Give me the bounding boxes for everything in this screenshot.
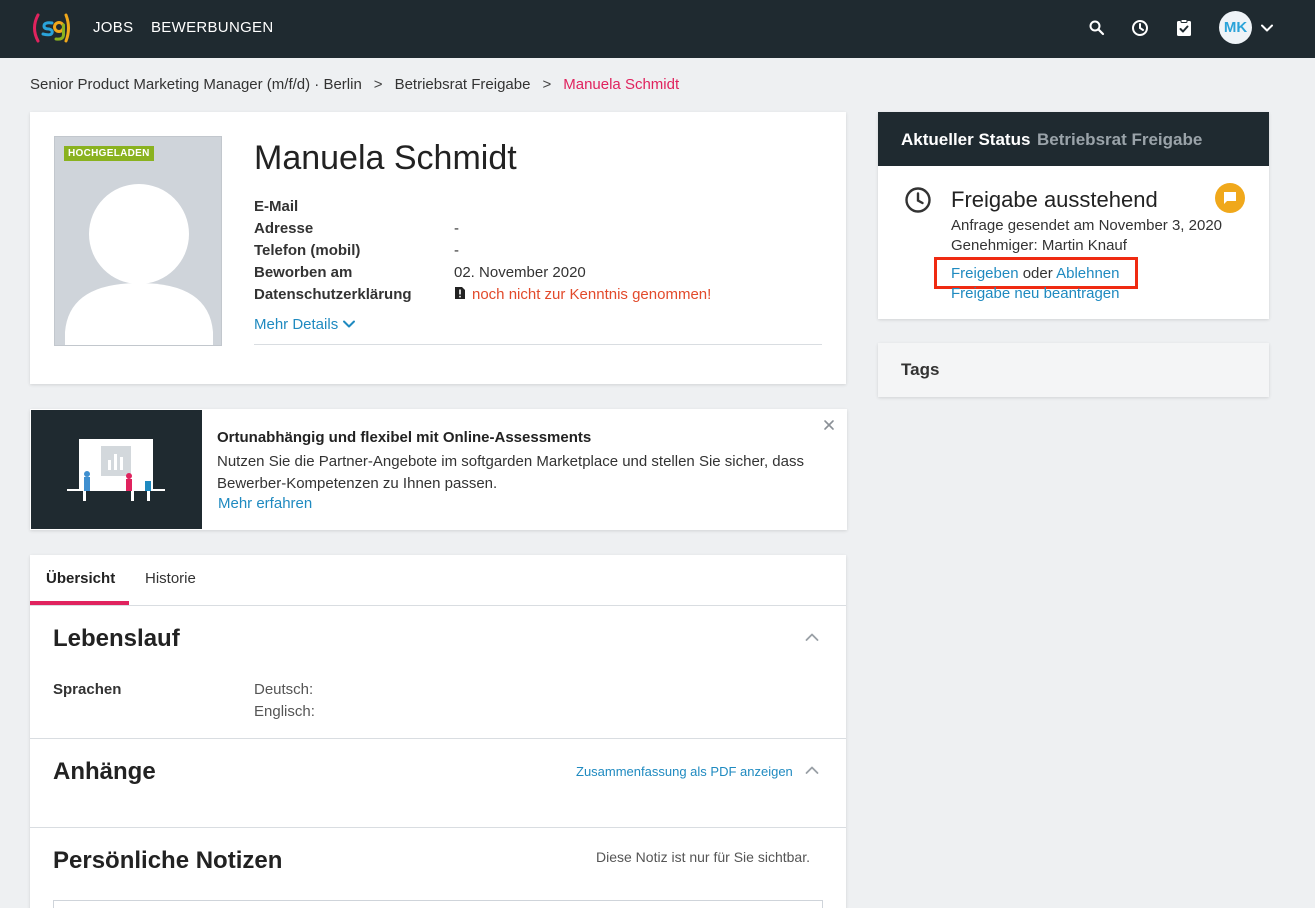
status-header: Aktueller Status Betriebsrat Freigabe — [878, 112, 1269, 166]
tab-historie[interactable]: Historie — [145, 570, 196, 587]
tags-card[interactable]: Tags — [878, 343, 1269, 397]
breadcrumb-job[interactable]: Senior Product Marketing Manager (m/f/d)… — [30, 76, 362, 93]
info-label: Telefon (mobil) — [254, 242, 361, 259]
section-title-lebenslauf: Lebenslauf — [53, 625, 180, 652]
promo-illustration — [31, 410, 202, 529]
languages-label: Sprachen — [53, 681, 122, 698]
notes-visibility-hint: Diese Notiz ist nur für Sie sichtbar. — [596, 849, 810, 865]
chat-icon — [1224, 192, 1236, 204]
presentation-illustration-icon — [67, 439, 165, 501]
nav-jobs[interactable]: JOBS — [93, 19, 133, 36]
privacy-warning: noch nicht zur Kenntnis genommen! — [454, 286, 711, 303]
candidate-photo: HOCHGELADEN — [54, 136, 222, 346]
approver: Genehmiger: Martin Knauf — [951, 237, 1127, 254]
tab-uebersicht[interactable]: Übersicht — [46, 570, 115, 587]
status-card: Aktueller Status Betriebsrat Freigabe Fr… — [878, 112, 1269, 319]
promo-learn-more-link[interactable]: Mehr erfahren — [218, 495, 312, 512]
candidate-profile-card: HOCHGELADEN Manuela Schmidt E-Mail Adres… — [30, 112, 846, 384]
uploaded-badge: HOCHGELADEN — [64, 146, 154, 161]
chevron-down-icon[interactable] — [1259, 20, 1275, 36]
info-value: - — [454, 220, 459, 237]
pdf-summary-link[interactable]: Zusammenfassung als PDF anzeigen — [576, 764, 793, 779]
tags-title: Tags — [901, 360, 940, 379]
chat-button[interactable] — [1215, 183, 1245, 213]
request-sent-date: Anfrage gesendet am November 3, 2020 — [951, 217, 1223, 234]
promo-text: Nutzen Sie die Partner-Angebote im softg… — [217, 453, 804, 492]
info-label: Adresse — [254, 220, 314, 237]
logo[interactable] — [30, 11, 72, 45]
task-icon[interactable] — [1173, 17, 1195, 39]
section-title-notizen: Persönliche Notizen — [53, 847, 283, 874]
divider — [254, 344, 822, 345]
info-value: 02. November 2020 — [454, 264, 586, 281]
re-request-approval-link[interactable]: Freigabe neu beantragen — [951, 285, 1119, 302]
breadcrumb-current: Manuela Schmidt — [563, 76, 680, 93]
chevron-down-icon — [343, 320, 356, 328]
breadcrumb-step[interactable]: Betriebsrat Freigabe — [395, 76, 531, 93]
top-navbar: JOBS BEWERBUNGEN MK — [0, 0, 1315, 58]
avatar-placeholder-icon — [65, 184, 213, 345]
avatar[interactable]: MK — [1219, 11, 1252, 44]
details-tabs-card: Übersicht Historie Lebenslauf Sprachen D… — [30, 555, 846, 908]
nav-bewerbungen[interactable]: BEWERBUNGEN — [151, 19, 273, 36]
promo-banner: Ortunabhängig und flexibel mit Online-As… — [30, 409, 847, 530]
warning-file-icon — [455, 287, 465, 299]
more-details-label: Mehr Details — [254, 316, 339, 333]
approval-status-title: Freigabe ausstehend — [951, 187, 1158, 212]
divider — [30, 605, 846, 606]
promo-title: Ortunabhängig und flexibel mit Online-As… — [217, 429, 592, 446]
notes-input[interactable] — [53, 900, 823, 908]
status-label: Aktueller Status — [901, 130, 1031, 149]
reject-link[interactable]: Ablehnen — [1056, 265, 1119, 282]
chevron-up-icon[interactable] — [804, 629, 820, 645]
more-details-toggle[interactable]: Mehr Details — [254, 316, 356, 333]
divider — [30, 827, 846, 828]
breadcrumb-separator: > — [373, 76, 383, 93]
or-text: oder — [1022, 265, 1053, 282]
clock-icon[interactable] — [1129, 17, 1151, 39]
breadcrumb: Senior Product Marketing Manager (m/f/d)… — [30, 76, 679, 93]
clock-icon — [905, 187, 931, 213]
approval-actions: Freigeben oder Ablehnen — [951, 265, 1120, 282]
approve-link[interactable]: Freigeben — [951, 265, 1019, 282]
status-value: Betriebsrat Freigabe — [1037, 130, 1203, 149]
section-title-anhaenge: Anhänge — [53, 758, 156, 785]
info-label: Beworben am — [254, 264, 353, 281]
candidate-name: Manuela Schmidt — [254, 139, 517, 177]
close-icon[interactable] — [822, 418, 836, 432]
privacy-warning-text: noch nicht zur Kenntnis genommen! — [472, 286, 712, 303]
breadcrumb-separator: > — [542, 76, 552, 93]
chevron-up-icon[interactable] — [804, 762, 820, 778]
search-icon[interactable] — [1086, 17, 1108, 39]
language-item: Deutsch: — [254, 681, 314, 698]
divider — [30, 738, 846, 739]
language-item: Englisch: — [254, 703, 315, 720]
info-value: - — [454, 242, 459, 259]
info-label: E-Mail — [254, 198, 299, 215]
info-label: Datenschutzerklärung — [254, 286, 412, 303]
